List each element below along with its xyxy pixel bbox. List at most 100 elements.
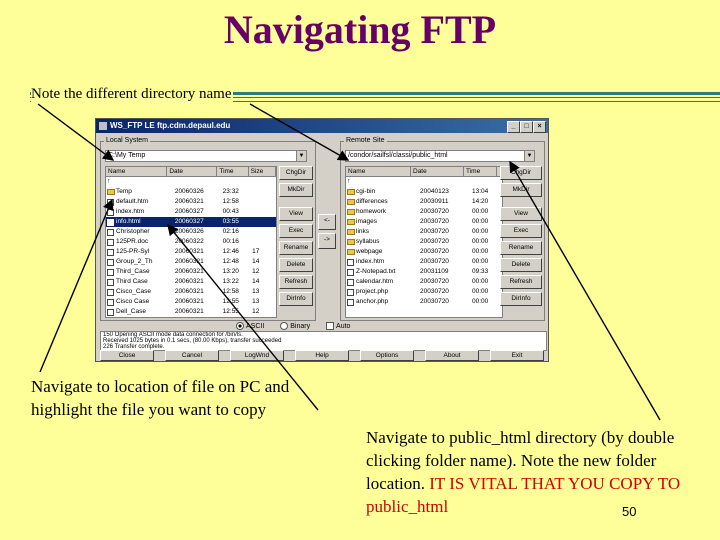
session-log[interactable]: 150 Opening ASCII mode data connection f… [100,331,547,351]
binary-radio[interactable]: Binary [280,322,310,330]
local-file-row[interactable]: Third_Case 20060321 13:20 12 [106,267,276,277]
cancel-button[interactable]: Cancel [165,350,219,361]
file-date: 20060321 [174,258,204,265]
local-file-row[interactable]: ↑ [106,177,276,187]
remote-file-row[interactable]: cgi-bin 20040123 13:04 [346,187,502,197]
file-name-cell: Temp [106,187,173,197]
local-refresh-button[interactable]: Refresh [279,275,313,289]
column-header-time[interactable]: Time [217,167,249,176]
local-exec-button[interactable]: Exec [279,224,313,238]
remote-mkdir-button[interactable]: MkDir [500,183,542,197]
file-size [250,217,276,227]
remote-view-button[interactable]: View [500,207,542,221]
column-header-name[interactable]: Name [346,167,411,176]
local-file-row[interactable]: Christopher 20060326 02:16 [106,227,276,237]
local-file-row[interactable]: 125-PR-Syl 20060321 12:46 17 [106,247,276,257]
options-button[interactable]: Options [360,350,414,361]
column-header-size[interactable]: Size [249,167,276,176]
help-button[interactable]: Help [295,350,349,361]
file-time: 12:55 [222,298,239,305]
file-time: 00:00 [472,238,489,245]
remote-file-row[interactable]: syllabus 20030720 00:00 [346,237,502,247]
file-size: 14 [252,278,260,285]
checkbox-icon [326,322,335,330]
local-dirinfo-button[interactable]: DirInfo [279,292,313,306]
local-file-row[interactable]: Cisco Case 20060321 12:55 13 [106,297,276,307]
remote-file-row[interactable]: index.htm 20030720 00:00 [346,257,502,267]
file-name-cell: cgi-bin [346,187,418,197]
local-file-row[interactable]: Cisco_Case 20060321 12:58 13 [106,287,276,297]
local-file-row[interactable]: Third Case 20060321 13:22 14 [106,277,276,287]
local-file-row[interactable]: Temp 20060326 23:32 [106,187,276,197]
column-header-name[interactable]: Name [106,167,168,176]
remote-file-row[interactable]: Z-Notepad.txt 20031109 09:33 [346,267,502,277]
about-button[interactable]: About [425,350,479,361]
logwnd-button[interactable]: LogWnd [230,350,284,361]
local-file-row[interactable]: info.html 20060327 03:55 [106,217,276,227]
file-time [470,177,502,187]
file-icon [107,199,114,206]
file-name-cell: ↑ [106,177,173,187]
chevron-down-icon[interactable]: ▼ [296,151,306,161]
close-button[interactable]: Close [100,350,154,361]
upload-arrow-button[interactable]: -> [318,233,336,249]
column-header-date[interactable]: Date [411,167,464,176]
page-number: 50 [622,504,637,519]
file-name: Cisco Case [116,298,150,305]
file-name-cell: info.html [106,217,173,227]
local-view-button[interactable]: View [279,207,313,221]
local-file-row[interactable]: default.htm 20060321 12:58 [106,197,276,207]
file-size: 17 [252,248,260,255]
folder-icon [347,199,355,205]
file-name: 125PR.doc [116,238,149,245]
remote-delete-button[interactable]: Delete [500,258,542,272]
remote-rename-button[interactable]: Rename [500,241,542,255]
file-icon [107,219,114,226]
remote-file-row[interactable]: ↑ [346,177,502,187]
local-file-row[interactable]: Dell_Case 20060321 12:55 12 [106,307,276,317]
maximize-icon[interactable]: □ [520,121,533,133]
file-name-cell: default.htm [106,197,173,207]
remote-exec-button[interactable]: Exec [500,224,542,238]
remote-file-row[interactable]: differences 20030911 14:20 [346,197,502,207]
file-name-cell: differences [346,197,418,207]
remote-file-row[interactable]: images 20030720 00:00 [346,217,502,227]
column-header-date[interactable]: Date [167,167,218,176]
remote-file-list[interactable]: Name Date Time ↑ cgi-bin 20040123 13:04 diff… [345,166,503,318]
remote-file-row[interactable]: homework 20030720 00:00 [346,207,502,217]
chevron-down-icon[interactable]: ▼ [524,151,534,161]
download-arrow-button[interactable]: <- [318,214,336,230]
local-rename-button[interactable]: Rename [279,241,313,255]
local-mkdir-button[interactable]: MkDir [279,183,313,197]
local-file-row[interactable]: Group_2_Th 20060321 12:48 14 [106,257,276,267]
remote-file-row[interactable]: links 20030720 00:00 [346,227,502,237]
local-chgdir-button[interactable]: ChgDir [279,166,313,180]
remote-chgdir-button[interactable]: ChgDir [500,166,542,180]
remote-file-row[interactable]: anchor.php 20030720 00:00 [346,297,502,307]
remote-refresh-button[interactable]: Refresh [500,275,542,289]
remote-dirinfo-button[interactable]: DirInfo [500,292,542,306]
local-delete-button[interactable]: Delete [279,258,313,272]
column-header-time[interactable]: Time [464,167,497,176]
remote-path-dropdown[interactable]: /condor/sailfsl/classi/public_html ▼ [345,150,535,162]
remote-file-row[interactable]: webpage 20030720 00:00 [346,247,502,257]
file-size [250,237,276,247]
exit-button[interactable]: Exit [490,350,544,361]
file-date: 20030720 [420,208,449,215]
remote-file-row[interactable]: calendar.htm 20030720 00:00 [346,277,502,287]
local-file-row[interactable]: 125PR.doc 20060322 00:16 [106,237,276,247]
close-icon[interactable]: × [533,121,546,133]
local-file-list[interactable]: Name Date Time Size ↑ Temp 20060326 23:32 de… [105,166,277,318]
local-file-row[interactable]: index.htm 20060327 00:43 [106,207,276,217]
local-path-dropdown[interactable]: C:\My Temp ▼ [105,150,307,162]
file-date: 20060322 [174,238,204,245]
auto-checkbox[interactable]: Auto [326,322,350,330]
remote-file-row[interactable]: project.php 20030720 00:00 [346,287,502,297]
file-name: webpage [356,248,383,255]
file-name-cell: Third_Case [106,267,173,277]
file-name-cell: Cisco_Case [106,287,173,297]
window-titlebar[interactable]: WS_FTP LE ftp.cdm.depaul.edu _ □ × [96,119,548,133]
minimize-icon[interactable]: _ [507,121,520,133]
ascii-radio[interactable]: ASCII [236,322,264,330]
file-name-cell: anchor.php [346,297,418,307]
